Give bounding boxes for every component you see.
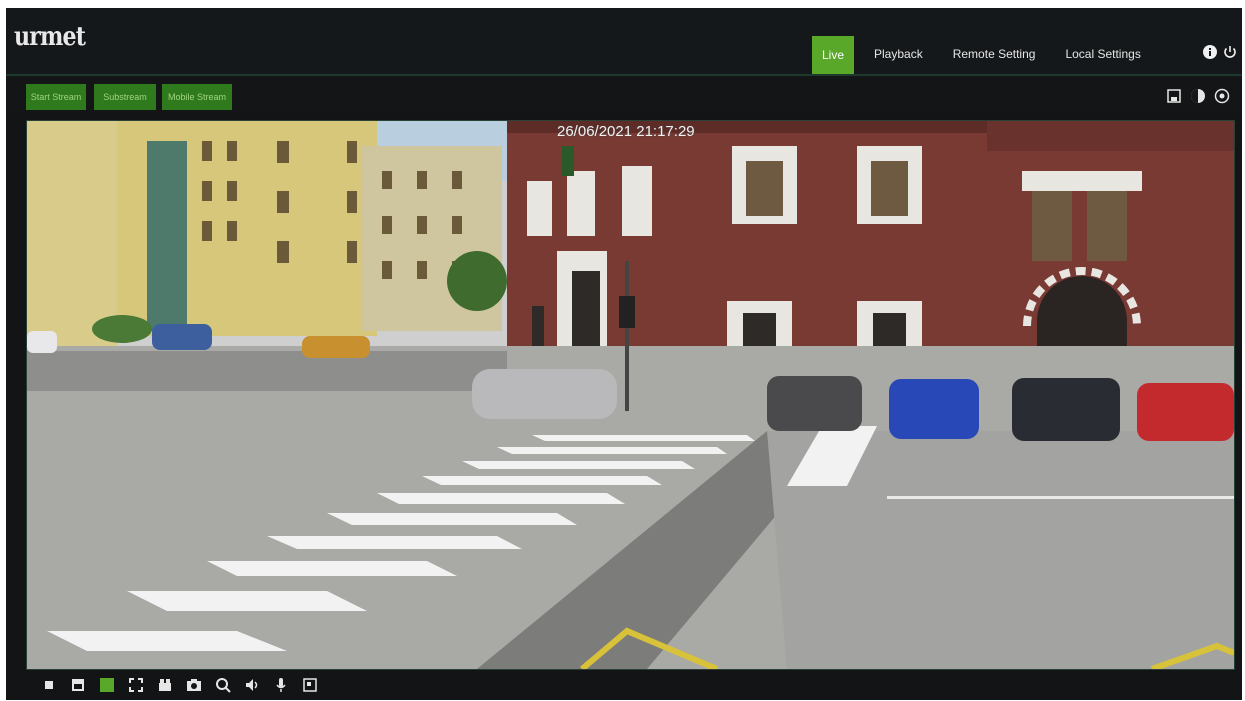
video-timestamp: 26/06/2021 21:17:29 <box>557 123 695 140</box>
audio-icon[interactable] <box>243 676 261 694</box>
snapshot-icon[interactable] <box>185 676 203 694</box>
nav-local-settings[interactable]: Local Settings <box>1055 35 1150 73</box>
live-video-view[interactable]: 26/06/2021 21:17:29 <box>26 120 1235 670</box>
top-icons <box>1202 44 1238 60</box>
info-icon[interactable] <box>1202 44 1218 60</box>
start-stream-button[interactable]: Start Stream <box>26 84 86 110</box>
stream-toolbar-icons <box>1166 88 1230 104</box>
single-view-icon[interactable] <box>69 676 87 694</box>
main-nav: Live Playback Remote Setting Local Setti… <box>812 34 1161 74</box>
nav-live[interactable]: Live <box>812 36 855 74</box>
settings-icon[interactable] <box>1214 88 1230 104</box>
expand-icon[interactable] <box>127 676 145 694</box>
color-adjust-icon[interactable] <box>1190 88 1206 104</box>
app-window: urmet Live Playback Remote Setting Local… <box>6 8 1242 700</box>
substream-button[interactable]: Substream <box>94 84 156 110</box>
microphone-icon[interactable] <box>272 676 290 694</box>
zoom-icon[interactable] <box>214 676 232 694</box>
save-icon[interactable] <box>1166 88 1182 104</box>
camera-image <box>27 121 1234 669</box>
nav-remote-setting[interactable]: Remote Setting <box>943 35 1046 73</box>
nav-playback[interactable]: Playback <box>864 35 933 73</box>
record-icon[interactable] <box>156 676 174 694</box>
top-bar: urmet Live Playback Remote Setting Local… <box>6 8 1242 74</box>
stop-icon[interactable] <box>40 676 58 694</box>
bottom-toolbar <box>6 670 1242 700</box>
fullscreen-icon[interactable] <box>98 676 116 694</box>
power-icon[interactable] <box>1222 44 1238 60</box>
logo: urmet <box>14 22 86 52</box>
window-icon[interactable] <box>301 676 319 694</box>
stream-toolbar: Start Stream Substream Mobile Stream <box>6 76 1242 118</box>
mobile-stream-button[interactable]: Mobile Stream <box>162 84 232 110</box>
